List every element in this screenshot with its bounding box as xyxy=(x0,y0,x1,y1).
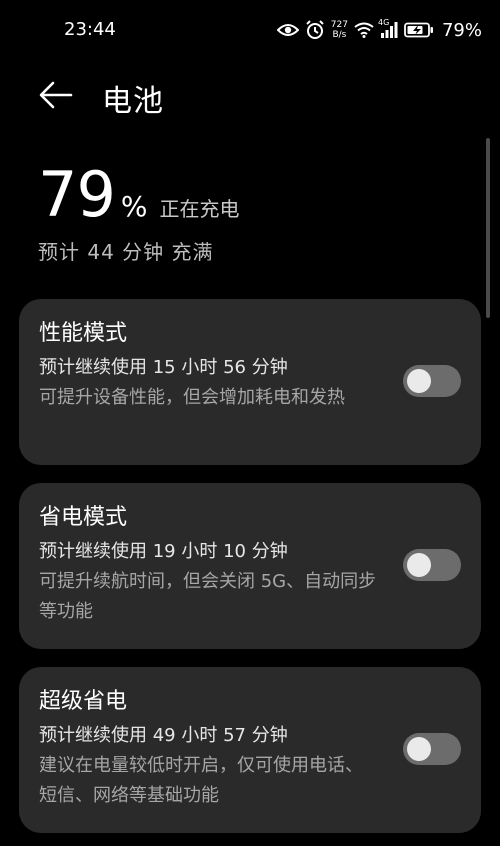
card-description: 可提升续航时间，但会关闭 5G、自动同步等功能 xyxy=(39,571,377,622)
card-title: 省电模式 xyxy=(39,505,128,530)
toggle-knob xyxy=(407,369,431,393)
card-title: 性能模式 xyxy=(39,321,128,346)
power-saving-mode-toggle[interactable] xyxy=(403,549,461,581)
status-time: 23:44 xyxy=(64,19,116,40)
card-eta: 预计继续使用 49 小时 57 分钟 xyxy=(39,725,288,746)
header: 电池 xyxy=(0,66,500,126)
signal-icon: 4G xyxy=(378,18,398,38)
net-speed-unit: B/s xyxy=(332,30,347,40)
alarm-icon xyxy=(305,20,325,40)
toggle-knob xyxy=(407,553,431,577)
battery-level-row: 79 % 正在充电 xyxy=(38,160,240,230)
back-arrow-icon xyxy=(39,81,73,109)
power-saving-mode-card[interactable]: 省电模式 预计继续使用 19 小时 10 分钟 可提升续航时间，但会关闭 5G、… xyxy=(19,483,481,649)
card-description: 可提升设备性能，但会增加耗电和发热 xyxy=(39,387,345,408)
battery-charging-icon xyxy=(404,22,434,38)
eye-comfort-icon xyxy=(276,22,299,38)
card-title: 超级省电 xyxy=(39,689,128,714)
status-battery-text: 79% xyxy=(441,19,482,41)
net-speed-value: 727 xyxy=(330,20,348,30)
page-title: 电池 xyxy=(102,84,164,119)
net-speed: 727 B/s xyxy=(331,20,348,40)
status-bar: 23:44 727 B/s 4G 79% xyxy=(0,0,500,60)
ultra-power-saving-toggle[interactable] xyxy=(403,733,461,765)
performance-mode-card[interactable]: 性能模式 预计继续使用 15 小时 56 分钟 可提升设备性能，但会增加耗电和发… xyxy=(19,299,481,465)
charging-status: 正在充电 xyxy=(159,197,240,221)
ultra-power-saving-card[interactable]: 超级省电 预计继续使用 49 小时 57 分钟 建议在电量较低时开启，仅可使用电… xyxy=(19,667,481,833)
battery-percent: 79 xyxy=(38,158,116,231)
card-eta: 预计继续使用 19 小时 10 分钟 xyxy=(39,541,288,562)
card-description: 建议在电量较低时开启，仅可使用电话、短信、网络等基础功能 xyxy=(39,755,363,806)
network-type: 4G xyxy=(377,18,390,27)
battery-unit: % xyxy=(120,190,148,223)
wifi-icon xyxy=(354,22,374,38)
back-button[interactable] xyxy=(36,78,76,112)
card-eta: 预计继续使用 15 小时 56 分钟 xyxy=(39,357,288,378)
status-icons: 727 B/s 4G 79% xyxy=(276,17,482,43)
toggle-knob xyxy=(407,737,431,761)
scrollbar[interactable] xyxy=(486,138,490,318)
performance-mode-toggle[interactable] xyxy=(403,365,461,397)
charge-eta: 预计 44 分钟 充满 xyxy=(38,240,214,264)
battery-summary: 79 % 正在充电 预计 44 分钟 充满 xyxy=(38,160,240,265)
